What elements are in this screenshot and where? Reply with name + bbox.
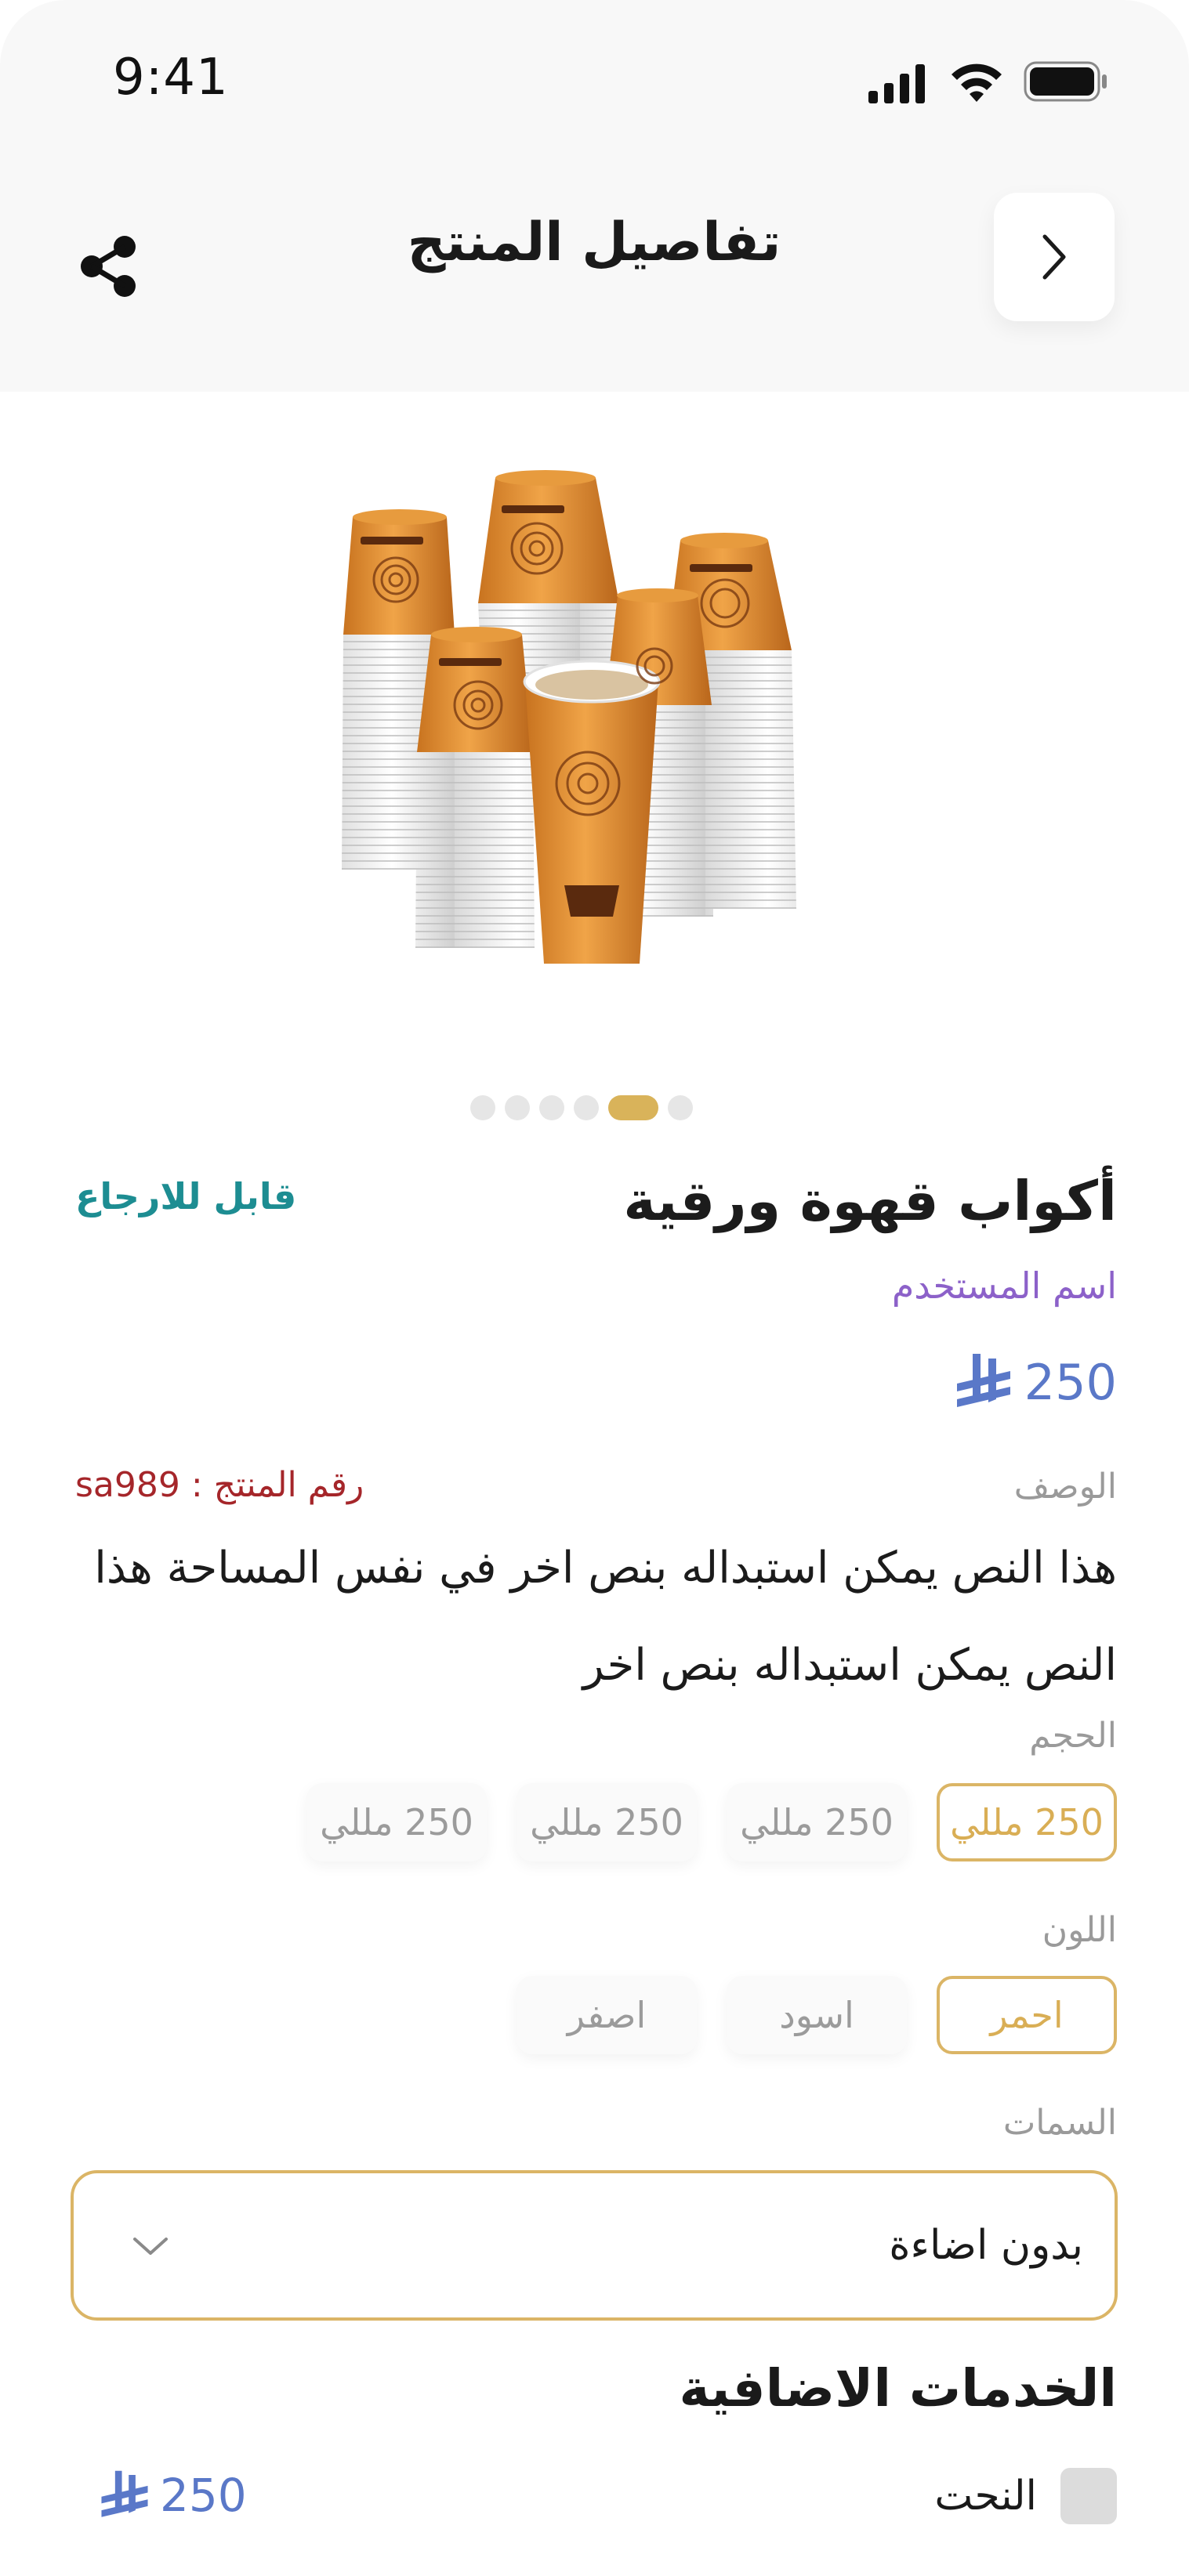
back-button[interactable] — [994, 193, 1115, 321]
service-checkbox[interactable] — [1060, 2468, 1117, 2524]
service-price-value: 250 — [160, 2469, 247, 2522]
chevron-down-icon — [133, 2238, 168, 2255]
service-price: 250 — [99, 2468, 247, 2523]
image-carousel-dots — [470, 1092, 693, 1123]
size-option[interactable]: 250 مللي — [306, 1783, 487, 1861]
product-code: رقم المنتج : sa989 — [75, 1465, 364, 1505]
service-item: النحت — [934, 2468, 1117, 2524]
color-options: احمر اسود اصفر — [517, 1976, 1117, 2054]
riyal-currency-icon — [101, 2470, 148, 2517]
product-image — [342, 470, 796, 964]
description-label: الوصف — [1013, 1467, 1117, 1507]
color-option[interactable]: احمر — [937, 1976, 1117, 2054]
size-option[interactable]: 250 مللي — [727, 1783, 907, 1861]
size-option[interactable]: 250 مللي — [517, 1783, 697, 1861]
size-options: 250 مللي 250 مللي 250 مللي 250 مللي — [306, 1783, 1117, 1861]
color-label: اللون — [1042, 1910, 1117, 1950]
seller-username[interactable]: اسم المستخدم — [892, 1264, 1117, 1307]
features-dropdown[interactable]: بدون اضاءة — [71, 2170, 1118, 2321]
cellular-signal-icon — [868, 64, 925, 103]
additional-services-title: الخدمات الاضافية — [679, 2358, 1117, 2419]
color-option[interactable]: اصفر — [517, 1976, 697, 2054]
share-button[interactable] — [67, 224, 152, 309]
size-label: الحجم — [1029, 1716, 1117, 1756]
carousel-dot[interactable] — [668, 1095, 693, 1120]
battery-icon — [1024, 61, 1107, 102]
carousel-dot[interactable] — [539, 1095, 564, 1120]
page-title: تفاصيل المنتج — [407, 212, 781, 273]
size-option[interactable]: 250 مللي — [937, 1783, 1117, 1861]
riyal-currency-icon — [956, 1354, 1010, 1407]
product-price: 250 — [954, 1351, 1117, 1413]
status-time: 9:41 — [113, 49, 229, 107]
carousel-dot-active[interactable] — [608, 1095, 658, 1120]
wifi-icon — [952, 63, 1002, 102]
features-label: السمات — [1002, 2103, 1117, 2143]
carousel-dot[interactable] — [470, 1095, 495, 1120]
returnable-badge: قابل للارجاع — [75, 1175, 297, 1217]
price-value: 250 — [1024, 1353, 1117, 1411]
chevron-right-icon — [1042, 234, 1066, 280]
screen: 9:41 تفاصيل المنتج أكواب قهوة ورقية قابل… — [0, 0, 1189, 2576]
color-option[interactable]: اسود — [727, 1976, 907, 2054]
product-description: هذا النص يمكن استبداله بنص اخر في نفس ال… — [94, 1543, 1117, 1691]
service-name: النحت — [934, 2473, 1037, 2520]
carousel-dot[interactable] — [574, 1095, 599, 1120]
header-area: 9:41 تفاصيل المنتج — [0, 0, 1189, 392]
product-name: أكواب قهوة ورقية — [623, 1169, 1117, 1233]
share-icon — [81, 236, 136, 297]
features-selected-value: بدون اضاءة — [889, 2222, 1083, 2269]
carousel-dot[interactable] — [505, 1095, 530, 1120]
